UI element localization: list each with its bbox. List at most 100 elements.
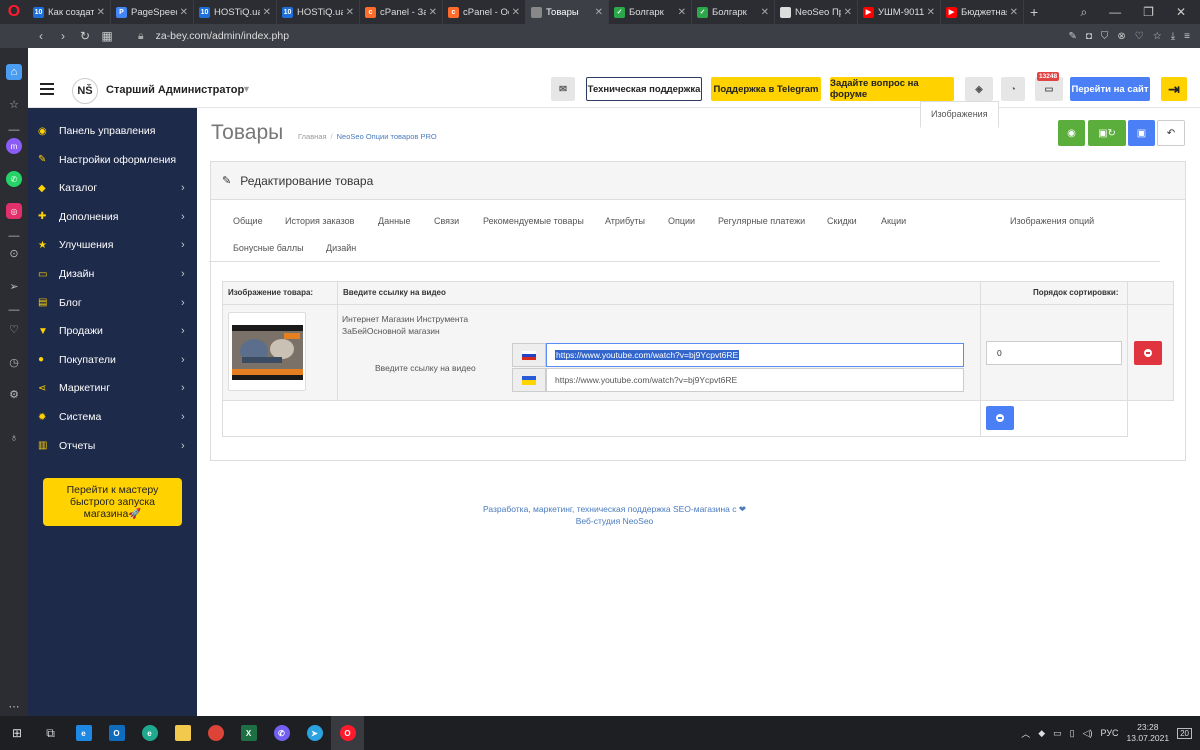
save-button[interactable]: ▣ xyxy=(1128,120,1155,146)
browser-tab[interactable]: c cPanel - Зад✕ xyxy=(360,0,443,24)
menu-icon[interactable]: ≡ xyxy=(1184,31,1190,42)
product-tab[interactable]: Скидки xyxy=(827,216,857,226)
tab-close-icon[interactable]: ✕ xyxy=(678,7,686,18)
heart-icon[interactable]: ♡ xyxy=(6,321,22,337)
search-icon[interactable]: ⌕ xyxy=(1080,5,1087,20)
sidebar-item[interactable]: ◆ Каталог › xyxy=(28,174,197,202)
tab-close-icon[interactable]: ✕ xyxy=(595,7,603,18)
close-window-icon[interactable]: ✕ xyxy=(1176,5,1186,19)
quick-start-wizard-button[interactable]: Перейти к мастеру быстрого запуска магаз… xyxy=(43,478,182,526)
battery-icon[interactable]: ▯ xyxy=(1070,728,1075,739)
camera-icon[interactable]: ◘ xyxy=(1086,31,1092,42)
bookmark-icon[interactable]: ☆ xyxy=(1153,31,1162,42)
telegram-button[interactable]: Поддержка в Telegram xyxy=(711,77,821,101)
bulb-icon[interactable]: ♁ xyxy=(6,430,22,446)
product-tab[interactable]: Акции xyxy=(881,216,906,226)
sidebar-item[interactable]: ▥ Отчеты › xyxy=(28,432,197,460)
volume-icon[interactable]: ◁) xyxy=(1083,728,1093,739)
tray-chevron-icon[interactable]: ︿ xyxy=(1021,727,1030,740)
browser-tab[interactable]: ✓ Болгарк ✕ xyxy=(692,0,775,24)
excel-icon[interactable]: X xyxy=(232,716,265,750)
task-view-icon[interactable]: ⧉ xyxy=(34,716,67,750)
more-icon[interactable]: ⋯ xyxy=(6,698,22,714)
video-url-input-ru[interactable]: https://www.youtube.com/watch?v=bj9Ycpvt… xyxy=(546,343,964,367)
settings-icon[interactable]: ⚙ xyxy=(6,386,22,402)
restore-icon[interactable]: ❐ xyxy=(1143,5,1154,19)
sidebar-item[interactable]: ▤ Блог › xyxy=(28,289,197,317)
video-url-input-ua[interactable]: https://www.youtube.com/watch?v=bj9Ycpvt… xyxy=(546,368,964,392)
tab-close-icon[interactable]: ✕ xyxy=(263,7,271,18)
support-button[interactable]: Техническая поддержка xyxy=(586,77,702,101)
add-image-button[interactable] xyxy=(986,406,1014,430)
dropbox-icon[interactable]: ◆ xyxy=(1038,728,1045,739)
browser-tab[interactable]: ▶ Бюджетная ✕ xyxy=(941,0,1024,24)
opera-taskbar-icon[interactable]: O xyxy=(331,716,364,750)
home-icon[interactable]: ⌂ xyxy=(6,64,22,80)
whatsapp-icon[interactable]: ✆ xyxy=(6,171,22,187)
product-tab[interactable]: Атрибуты xyxy=(605,216,645,226)
notification-center-icon[interactable]: 20 xyxy=(1177,727,1192,739)
footer-line2[interactable]: Веб-студия NeoSeo xyxy=(197,515,1032,527)
browser-tab[interactable]: P PageSpeed I✕ xyxy=(111,0,194,24)
windows-start-icon[interactable]: ⊞ xyxy=(0,716,34,750)
footer-line1[interactable]: Разработка, маркетинг, техническая подде… xyxy=(197,503,1032,515)
breadcrumb-current[interactable]: NeoSeo Опции товаров PRO xyxy=(337,132,437,141)
tab-close-icon[interactable]: ✕ xyxy=(927,7,935,18)
product-thumbnail[interactable] xyxy=(228,312,306,391)
product-tab[interactable]: Дизайн xyxy=(326,243,356,253)
hamburger-menu-icon[interactable] xyxy=(40,83,54,95)
explorer-icon[interactable] xyxy=(166,716,199,750)
language-indicator[interactable]: РУС xyxy=(1101,728,1119,738)
star-icon[interactable]: ☆ xyxy=(6,96,22,112)
view-button[interactable]: ◉ xyxy=(1058,120,1085,146)
product-tab[interactable]: Общие xyxy=(233,216,263,226)
chrome-icon[interactable] xyxy=(199,716,232,750)
tab-close-icon[interactable]: ✕ xyxy=(180,7,188,18)
go-to-site-button[interactable]: Перейти на сайт xyxy=(1070,77,1150,101)
forward-icon[interactable]: › xyxy=(52,29,74,43)
browser-tab[interactable]: ✓ Болгарк ✕ xyxy=(609,0,692,24)
product-tab[interactable]: Регулярные платежи xyxy=(718,216,805,226)
product-tab[interactable]: Данные xyxy=(378,216,411,226)
back-button[interactable]: ↶ xyxy=(1157,120,1185,146)
tab-close-icon[interactable]: ✕ xyxy=(844,7,852,18)
sidebar-item[interactable]: ⋖ Маркетинг › xyxy=(28,374,197,402)
caret-down-icon[interactable]: ▼ xyxy=(242,84,251,94)
admin-name[interactable]: Старший Администратор xyxy=(106,84,244,96)
tab-close-icon[interactable]: ✕ xyxy=(97,7,105,18)
logo[interactable]: NŠ xyxy=(72,78,98,104)
product-tab[interactable]: Рекомендуемые товары xyxy=(483,216,584,226)
rss-icon[interactable]: ◔ xyxy=(1001,77,1025,101)
product-tab[interactable]: История заказов xyxy=(285,216,354,226)
history-icon[interactable]: — xyxy=(6,122,22,138)
send-icon[interactable]: ➢ xyxy=(6,278,22,294)
download-icon[interactable]: ⤓ xyxy=(1171,31,1175,42)
sidebar-item[interactable]: ★ Улучшения › xyxy=(28,231,197,259)
reload-icon[interactable]: ↻ xyxy=(74,29,96,43)
browser-tab[interactable]: 10 Как создать✕ xyxy=(28,0,111,24)
edit-icon[interactable]: ✎ xyxy=(1068,31,1076,42)
minimize-icon[interactable]: — xyxy=(1109,5,1121,19)
save-and-refresh-button[interactable]: ▣↻ xyxy=(1088,120,1126,146)
edge-icon[interactable]: e xyxy=(133,716,166,750)
tab-close-icon[interactable]: ✕ xyxy=(761,7,769,18)
outlook-icon[interactable]: O xyxy=(100,716,133,750)
sidebar-item[interactable]: ● Покупатели › xyxy=(28,346,197,374)
browser-tab[interactable]: 10 HOSTiQ.ua ✕ xyxy=(277,0,360,24)
sidebar-item[interactable]: ◉ Панель управления xyxy=(28,117,197,145)
telegram-icon[interactable]: ➤ xyxy=(298,716,331,750)
heart-icon[interactable]: ♡ xyxy=(1135,31,1144,42)
browser-tab[interactable]: 10 HOSTiQ.ua ✕ xyxy=(194,0,277,24)
browser-tab[interactable]: ▶ УШМ-9011 ✕ xyxy=(858,0,941,24)
viber-icon[interactable]: ✆ xyxy=(265,716,298,750)
tab-close-icon[interactable]: ✕ xyxy=(429,7,437,18)
back-icon[interactable]: ‹ xyxy=(30,29,52,43)
ie-icon[interactable]: e xyxy=(67,716,100,750)
product-tab[interactable]: Бонусные баллы xyxy=(233,243,304,253)
vpn-icon[interactable]: ⊗ xyxy=(1117,31,1125,42)
notifications-button[interactable]: 13248 ▭ xyxy=(1035,72,1063,101)
sidebar-item[interactable]: ✹ Система › xyxy=(28,403,197,431)
logout-icon[interactable]: ⇥ xyxy=(1161,77,1187,101)
product-tab[interactable]: Связи xyxy=(434,216,459,226)
network-icon[interactable]: ▭ xyxy=(1053,728,1062,739)
